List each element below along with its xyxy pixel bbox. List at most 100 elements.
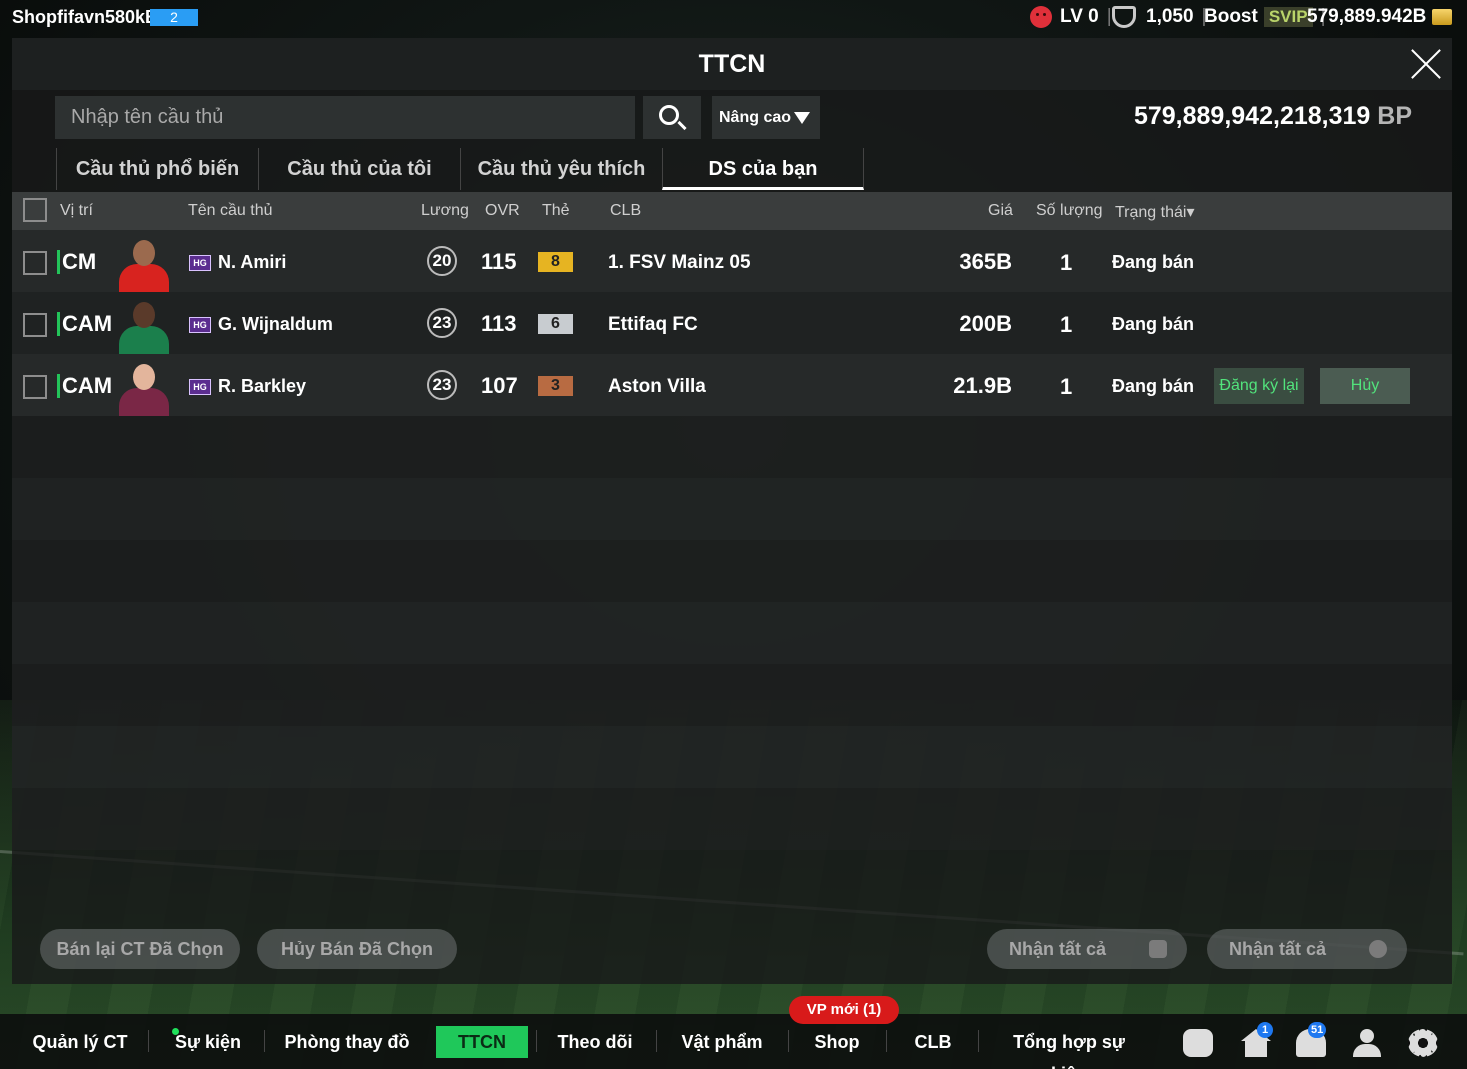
cancel-listing-button[interactable]: Hủy [1320,368,1410,404]
player-avatar [115,298,173,354]
hg-badge-icon: HG [189,317,211,333]
nav-items[interactable]: Vật phẩm [676,1026,768,1058]
header-card[interactable]: Thẻ [542,202,570,220]
bp-coin-icon [1369,940,1387,958]
advanced-filter-select[interactable]: Nâng cao [712,96,820,139]
nav-player-management[interactable]: Quản lý CT [30,1026,130,1058]
level-text: LV 0 [1060,6,1099,27]
header-quantity[interactable]: Số lượng [1036,202,1103,220]
player-price: 365B [959,249,1012,274]
gear-icon[interactable] [1408,1029,1438,1057]
sad-face-icon [1030,6,1052,28]
level-stat: LV 0 | [1030,6,1120,28]
nav-transfer-market[interactable]: TTCN [436,1026,528,1058]
advanced-filter-label: Nâng cao [719,109,792,126]
empty-row [12,416,1452,478]
table-header: Vị trí Tên cầu thủ Lương OVR Thẻ CLB Giá… [12,192,1452,230]
tab-bar: Cầu thủ phổ biến Cầu thủ của tôi Cầu thủ… [56,148,864,190]
row-checkbox[interactable] [23,375,47,399]
header-position[interactable]: Vị trí [60,202,93,220]
table-body: CM HG N. Amiri 20 115 8 1. FSV Mainz 05 … [12,230,1452,850]
nav-events[interactable]: Sự kiện [172,1026,244,1058]
claim-all-label: Nhận tất cả [1229,939,1327,959]
points-text: 1,050 [1146,6,1194,27]
chevron-down-icon [794,112,810,124]
claim-all-players-button[interactable]: Nhận tất cả [987,929,1187,969]
player-ovr: 115 [481,249,517,274]
row-checkbox[interactable] [23,313,47,337]
player-club: Ettifaq FC [608,314,698,335]
tab-my-listings[interactable]: DS của bạn [662,148,864,190]
player-position: CAM [57,312,112,336]
player-name: G. Wijnaldum [218,314,333,334]
balance-text: 579,889.942B [1307,6,1427,27]
empty-row [12,540,1452,602]
player-club: 1. FSV Mainz 05 [608,252,751,273]
player-position: CAM [57,374,112,398]
select-all-checkbox[interactable] [23,198,47,222]
player-name: N. Amiri [218,252,287,272]
player-avatar [115,360,173,416]
empty-row [12,478,1452,540]
claim-all-bp-button[interactable]: Nhận tất cả [1207,929,1407,969]
empty-row [12,788,1452,850]
listing-status: Đang bán [1112,252,1195,272]
header-ovr[interactable]: OVR [485,202,520,220]
row-checkbox[interactable] [23,251,47,275]
player-position: CM [57,250,96,274]
player-quantity: 1 [1060,312,1073,337]
tab-favorite-players[interactable]: Cầu thủ yêu thích [460,148,662,190]
search-button[interactable] [643,96,701,139]
search-icon [659,105,679,125]
player-price: 21.9B [953,373,1012,398]
home-count-badge: 1 [1257,1022,1273,1038]
notification-count-badge: 51 [1308,1022,1327,1038]
player-ovr: 113 [481,311,517,336]
header-price[interactable]: Giá [988,202,1013,220]
header-name[interactable]: Tên cầu thủ [188,202,273,220]
header-club[interactable]: CLB [610,202,641,220]
user-badge: 2 [150,9,198,26]
player-quantity: 1 [1060,374,1073,399]
top-status-bar: Shopfifavn580kB 2 LV 0 | 1,050 | Boost S… [0,0,1467,34]
balance-stat: 579,889.942B [1307,6,1453,28]
hg-badge-icon: HG [189,255,211,271]
listing-status: Đang bán [1112,314,1195,334]
header-wage[interactable]: Lương [421,202,469,220]
resell-selected-button[interactable]: Bán lại CT Đã Chọn [40,929,240,969]
card-grade: 8 [538,252,573,272]
chat-icon[interactable] [1183,1029,1213,1057]
gold-bars-icon [1432,9,1453,25]
tab-popular-players[interactable]: Cầu thủ phổ biến [56,148,258,190]
modal-title: TTCN [12,38,1452,90]
table-row[interactable]: CM HG N. Amiri 20 115 8 1. FSV Mainz 05 … [12,230,1452,292]
nav-locker-room[interactable]: Phòng thay đồ [282,1026,412,1058]
search-input[interactable] [55,96,635,139]
hg-badge-icon: HG [189,379,211,395]
bp-unit: BP [1377,102,1412,130]
player-club: Aston Villa [608,376,706,397]
username: Shopfifavn580kB [12,7,159,27]
close-icon[interactable] [1410,48,1442,80]
points-stat: 1,050 | [1112,6,1214,28]
empty-row [12,602,1452,664]
nav-watchlist[interactable]: Theo dõi [552,1026,638,1058]
nav-shop[interactable]: Shop [806,1026,868,1058]
player-wage: 23 [427,308,457,338]
table-row[interactable]: CAM HG G. Wijnaldum 23 113 6 Ettifaq FC … [12,292,1452,354]
player-ovr: 107 [481,373,518,398]
new-items-badge[interactable]: VP mới (1) [789,996,899,1024]
nav-club[interactable]: CLB [905,1026,961,1058]
bp-balance: 579,889,942,218,319 BP [1134,102,1412,131]
claim-all-label: Nhận tất cả [1009,939,1107,959]
card-grade: 6 [538,314,573,334]
relist-button[interactable]: Đăng ký lại [1214,368,1304,404]
nav-event-summary[interactable]: Tổng hợp sự kiện [998,1026,1140,1069]
header-status[interactable]: Trạng thái▾ [1115,202,1194,222]
user-icon[interactable] [1352,1029,1382,1057]
boost-label: Boost [1204,6,1258,27]
svip-badge: SVIP [1263,7,1313,27]
cancel-selected-button[interactable]: Hủy Bán Đã Chọn [257,929,457,969]
table-row[interactable]: CAM HG R. Barkley 23 107 3 Aston Villa 2… [12,354,1452,416]
tab-my-players[interactable]: Cầu thủ của tôi [258,148,460,190]
